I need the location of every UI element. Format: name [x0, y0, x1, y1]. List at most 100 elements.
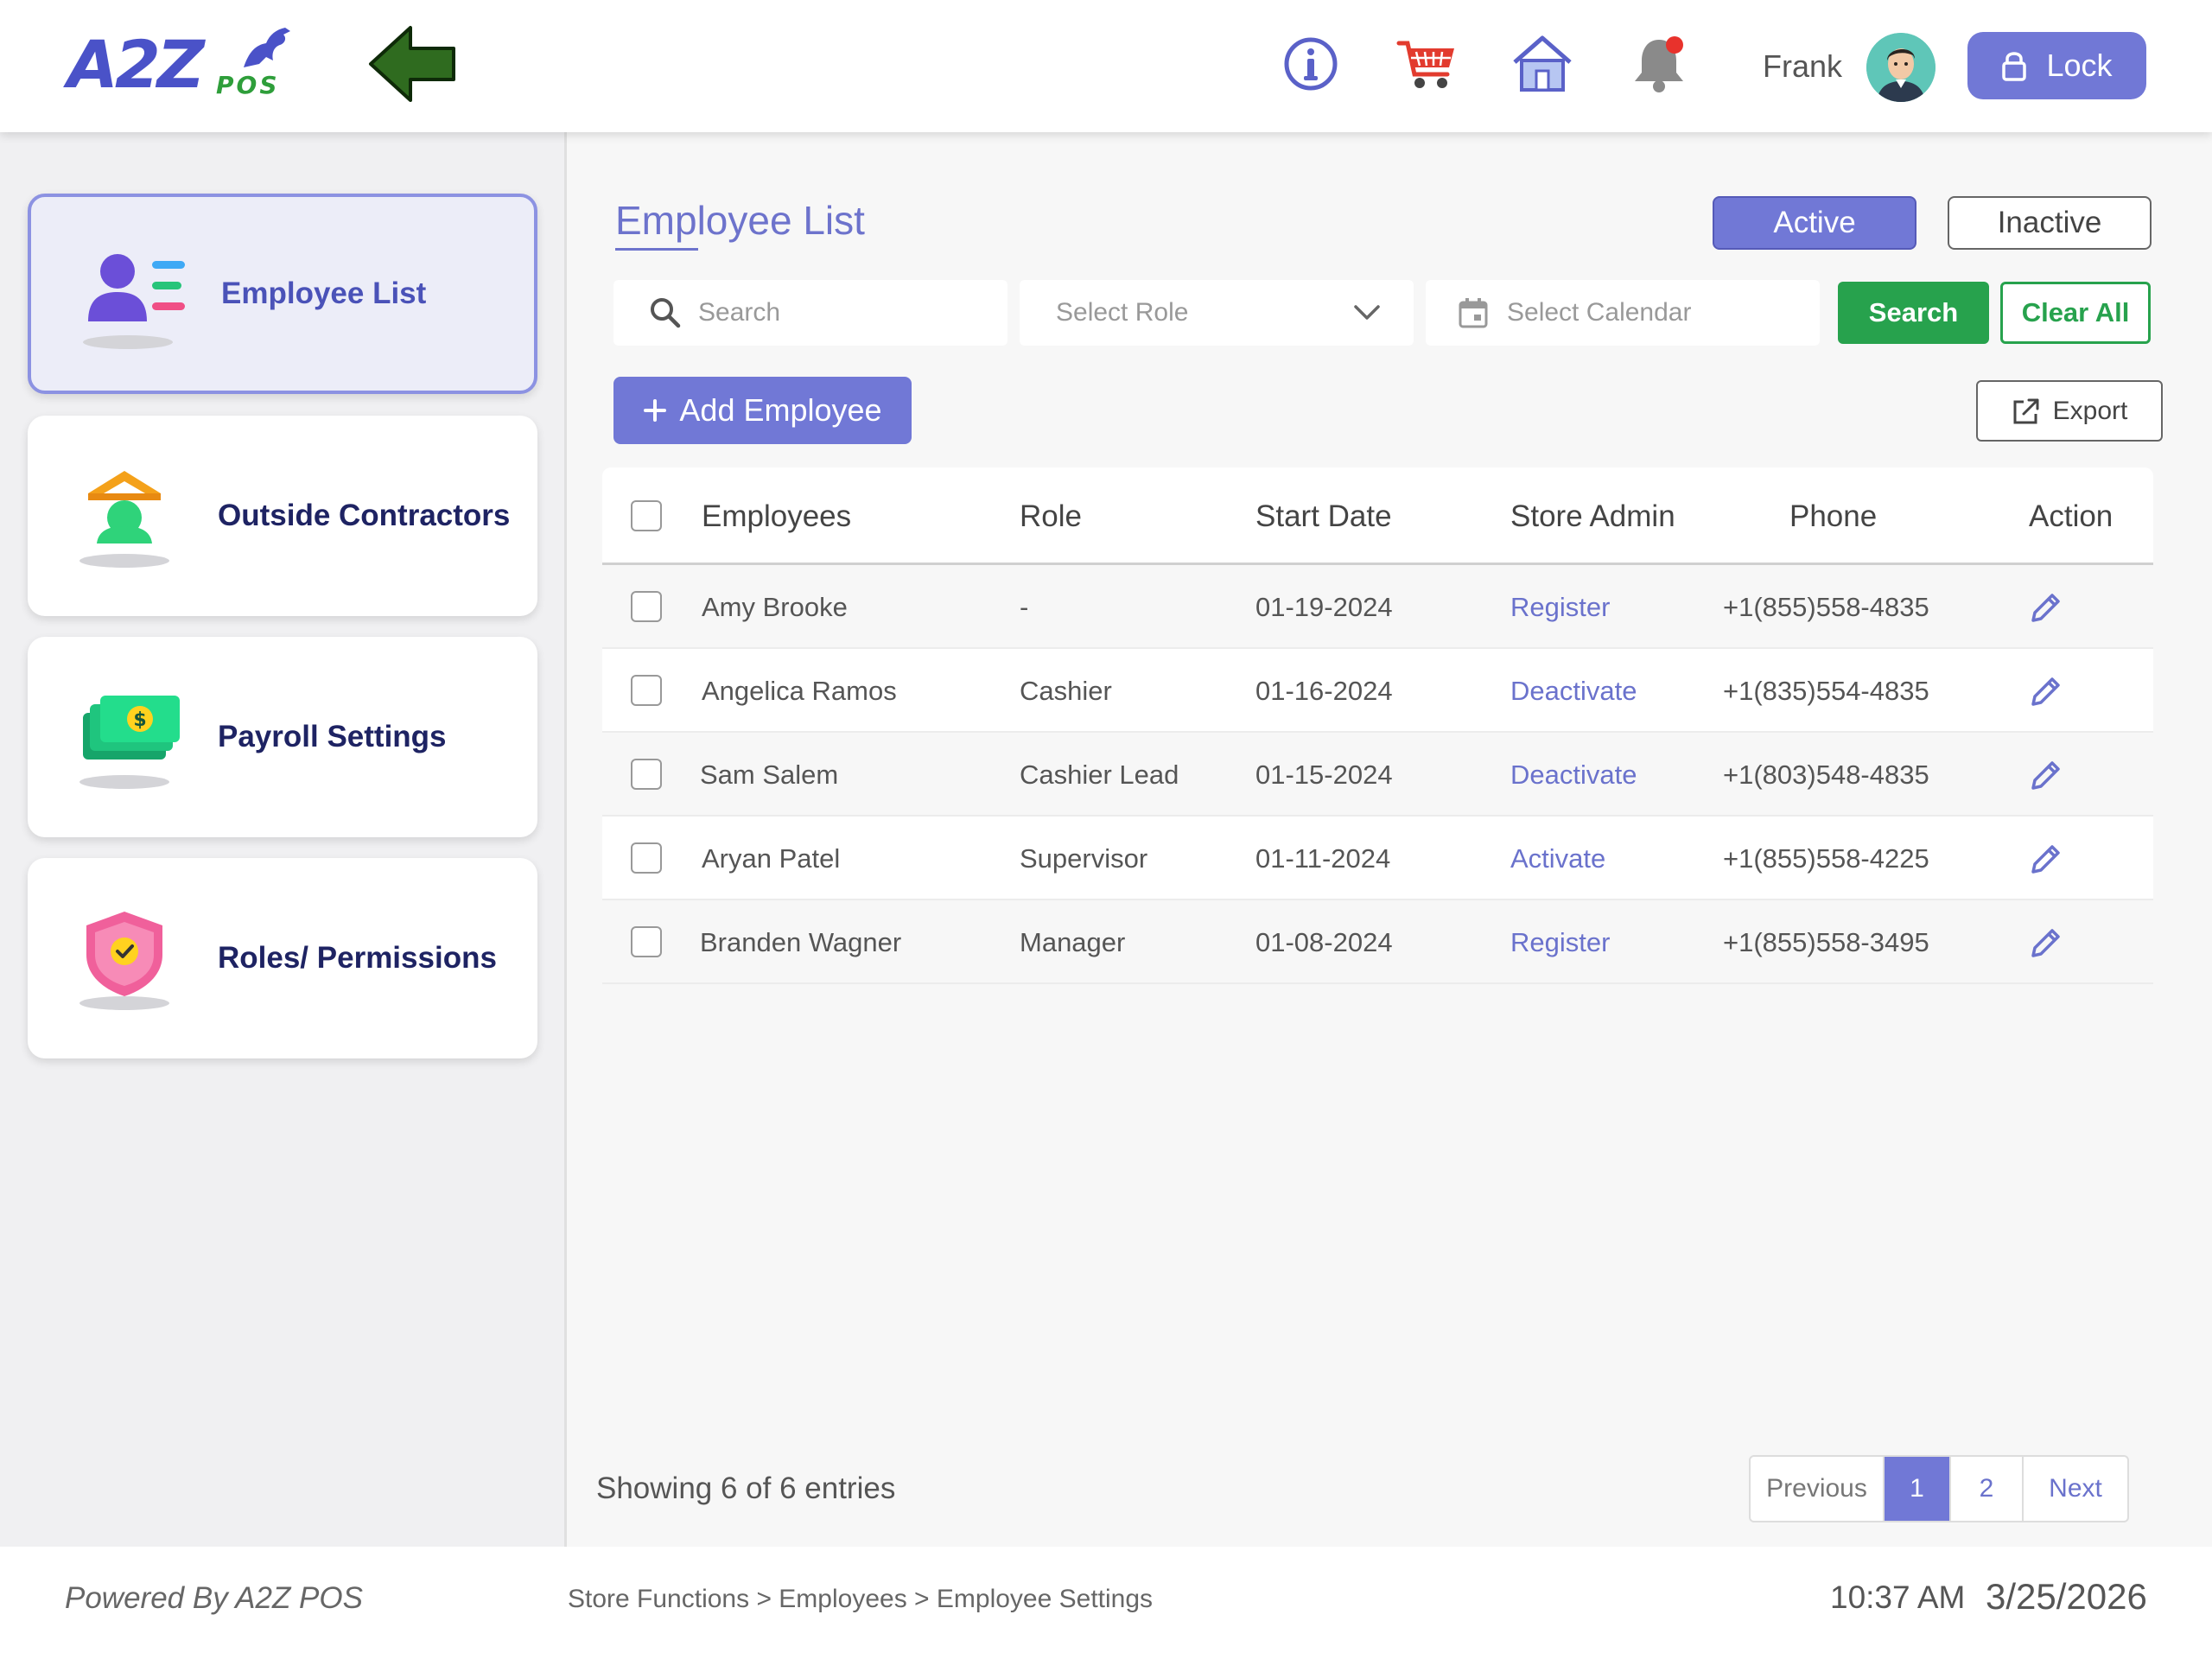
title-underline — [615, 248, 698, 251]
shield-icon — [79, 912, 169, 1010]
employee-phone: +1(855)558-3495 — [1723, 926, 1929, 957]
entries-count: Showing 6 of 6 entries — [596, 1471, 896, 1505]
lock-label: Lock — [2046, 48, 2113, 83]
sidebar-item-label: Payroll Settings — [218, 720, 447, 753]
info-icon[interactable] — [1278, 31, 1344, 97]
employee-role: Cashier Lead — [1020, 759, 1179, 790]
store-admin-link[interactable]: Register — [1510, 565, 1610, 649]
edit-pencil-icon[interactable] — [2026, 589, 2064, 627]
search-icon — [651, 298, 681, 328]
clear-all-button[interactable]: Clear All — [2000, 282, 2151, 344]
add-employee-label: Add Employee — [679, 392, 882, 428]
role-placeholder: Select Role — [1056, 298, 1189, 327]
table-row[interactable]: Angelica Ramos Cashier 01-16-2024 Deacti… — [602, 649, 2153, 733]
sidebar-item-payroll-settings[interactable]: $ Payroll Settings — [28, 637, 537, 837]
inactive-toggle-button[interactable]: Inactive — [1948, 196, 2152, 250]
search-button[interactable]: Search — [1838, 282, 1989, 344]
employee-role: - — [1020, 591, 1029, 622]
employee-role: Cashier — [1020, 675, 1112, 706]
table-row[interactable]: Amy Brooke - 01-19-2024 Register +1(855)… — [602, 565, 2153, 649]
home-icon[interactable] — [1510, 31, 1575, 97]
add-employee-button[interactable]: Add Employee — [613, 377, 912, 444]
logo-text: A2Z — [67, 26, 205, 103]
employee-name: Angelica Ramos — [702, 675, 897, 706]
plus-icon — [644, 399, 667, 422]
export-label: Export — [2052, 396, 2128, 425]
previous-page-button[interactable]: Previous — [1751, 1457, 1885, 1521]
employee-phone: +1(835)554-4835 — [1723, 675, 1929, 706]
table-row[interactable]: Branden Wagner Manager 01-08-2024 Regist… — [602, 900, 2153, 984]
lock-icon — [2002, 52, 2027, 81]
user-name: Frank — [1763, 48, 1843, 84]
lock-button[interactable]: Lock — [1967, 32, 2146, 99]
footer: Powered By A2Z POS Store Functions > Emp… — [0, 1547, 2212, 1659]
employee-name: Amy Brooke — [702, 591, 848, 622]
role-select[interactable]: Select Role — [1020, 280, 1414, 346]
sidebar: Employee List Outside Contractors $ Payr… — [0, 132, 567, 1547]
employee-phone: +1(803)548-4835 — [1723, 759, 1929, 790]
row-checkbox[interactable] — [631, 759, 662, 790]
employee-phone: +1(855)558-4835 — [1723, 591, 1929, 622]
top-header: A2Z POS Frank Lock — [0, 0, 2212, 132]
money-icon: $ — [79, 696, 180, 789]
employee-name: Aryan Patel — [702, 842, 841, 874]
table-header: Employees Role Start Date Store Admin Ph… — [602, 467, 2153, 565]
column-header-start-date[interactable]: Start Date — [1255, 467, 1392, 565]
select-all-checkbox[interactable] — [631, 500, 662, 531]
sidebar-item-employee-list[interactable]: Employee List — [28, 194, 537, 394]
horse-icon — [244, 28, 290, 67]
employee-name: Branden Wagner — [700, 926, 902, 957]
breadcrumb: Store Functions > Employees > Employee S… — [568, 1585, 1154, 1613]
a2z-pos-logo[interactable]: A2Z POS — [67, 26, 292, 105]
sidebar-item-label: Outside Contractors — [218, 499, 511, 532]
store-admin-link[interactable]: Deactivate — [1510, 733, 1637, 817]
employee-role: Manager — [1020, 926, 1126, 957]
row-checkbox[interactable] — [631, 926, 662, 957]
edit-pencil-icon[interactable] — [2026, 757, 2064, 795]
edit-pencil-icon[interactable] — [2026, 673, 2064, 711]
next-page-button[interactable]: Next — [2024, 1457, 2127, 1521]
row-checkbox[interactable] — [631, 842, 662, 874]
search-placeholder: Search — [698, 298, 781, 327]
column-header-role[interactable]: Role — [1020, 467, 1082, 565]
store-admin-link[interactable]: Register — [1510, 900, 1610, 984]
search-input[interactable]: Search — [613, 280, 1007, 346]
employee-table: Employees Role Start Date Store Admin Ph… — [602, 467, 2153, 986]
sidebar-item-outside-contractors[interactable]: Outside Contractors — [28, 416, 537, 616]
page-button-1[interactable]: 1 — [1885, 1457, 1951, 1521]
export-icon — [2013, 398, 2039, 423]
calendar-select[interactable]: Select Calendar — [1426, 280, 1820, 346]
page-button-2[interactable]: 2 — [1951, 1457, 2024, 1521]
export-button[interactable]: Export — [1976, 380, 2163, 442]
logo-subtext: POS — [216, 71, 280, 99]
employee-list-icon — [83, 254, 185, 349]
row-checkbox[interactable] — [631, 591, 662, 622]
sidebar-item-roles-permissions[interactable]: Roles/ Permissions — [28, 858, 537, 1058]
clock-time: 10:37 AM — [1830, 1580, 1966, 1615]
table-row[interactable]: Aryan Patel Supervisor 01-11-2024 Activa… — [602, 817, 2153, 900]
sidebar-item-label: Employee List — [221, 276, 427, 310]
row-checkbox[interactable] — [631, 675, 662, 706]
cart-icon[interactable] — [1395, 31, 1461, 97]
column-header-employees[interactable]: Employees — [702, 467, 851, 565]
sidebar-item-label: Roles/ Permissions — [218, 941, 497, 975]
column-header-action: Action — [2029, 499, 2113, 533]
active-toggle-button[interactable]: Active — [1713, 196, 1916, 250]
store-admin-link[interactable]: Deactivate — [1510, 649, 1637, 733]
edit-pencil-icon[interactable] — [2026, 925, 2064, 963]
back-arrow-icon[interactable] — [367, 24, 458, 104]
user-avatar-icon — [1866, 33, 1936, 102]
column-header-store-admin[interactable]: Store Admin — [1510, 467, 1675, 565]
powered-by-text: Powered By A2Z POS — [65, 1581, 363, 1615]
edit-pencil-icon[interactable] — [2026, 841, 2064, 879]
chevron-down-icon — [1354, 305, 1380, 320]
store-admin-link[interactable]: Activate — [1510, 817, 1605, 900]
notification-bell-icon[interactable] — [1626, 31, 1692, 97]
table-row[interactable]: Sam Salem Cashier Lead 01-15-2024 Deacti… — [602, 733, 2153, 817]
column-header-phone[interactable]: Phone — [1789, 467, 1877, 565]
employee-start-date: 01-15-2024 — [1255, 759, 1393, 790]
employee-phone: +1(855)558-4225 — [1723, 842, 1929, 874]
employee-name: Sam Salem — [700, 759, 839, 790]
user-avatar[interactable] — [1866, 33, 1936, 102]
svg-text:$: $ — [133, 709, 146, 731]
